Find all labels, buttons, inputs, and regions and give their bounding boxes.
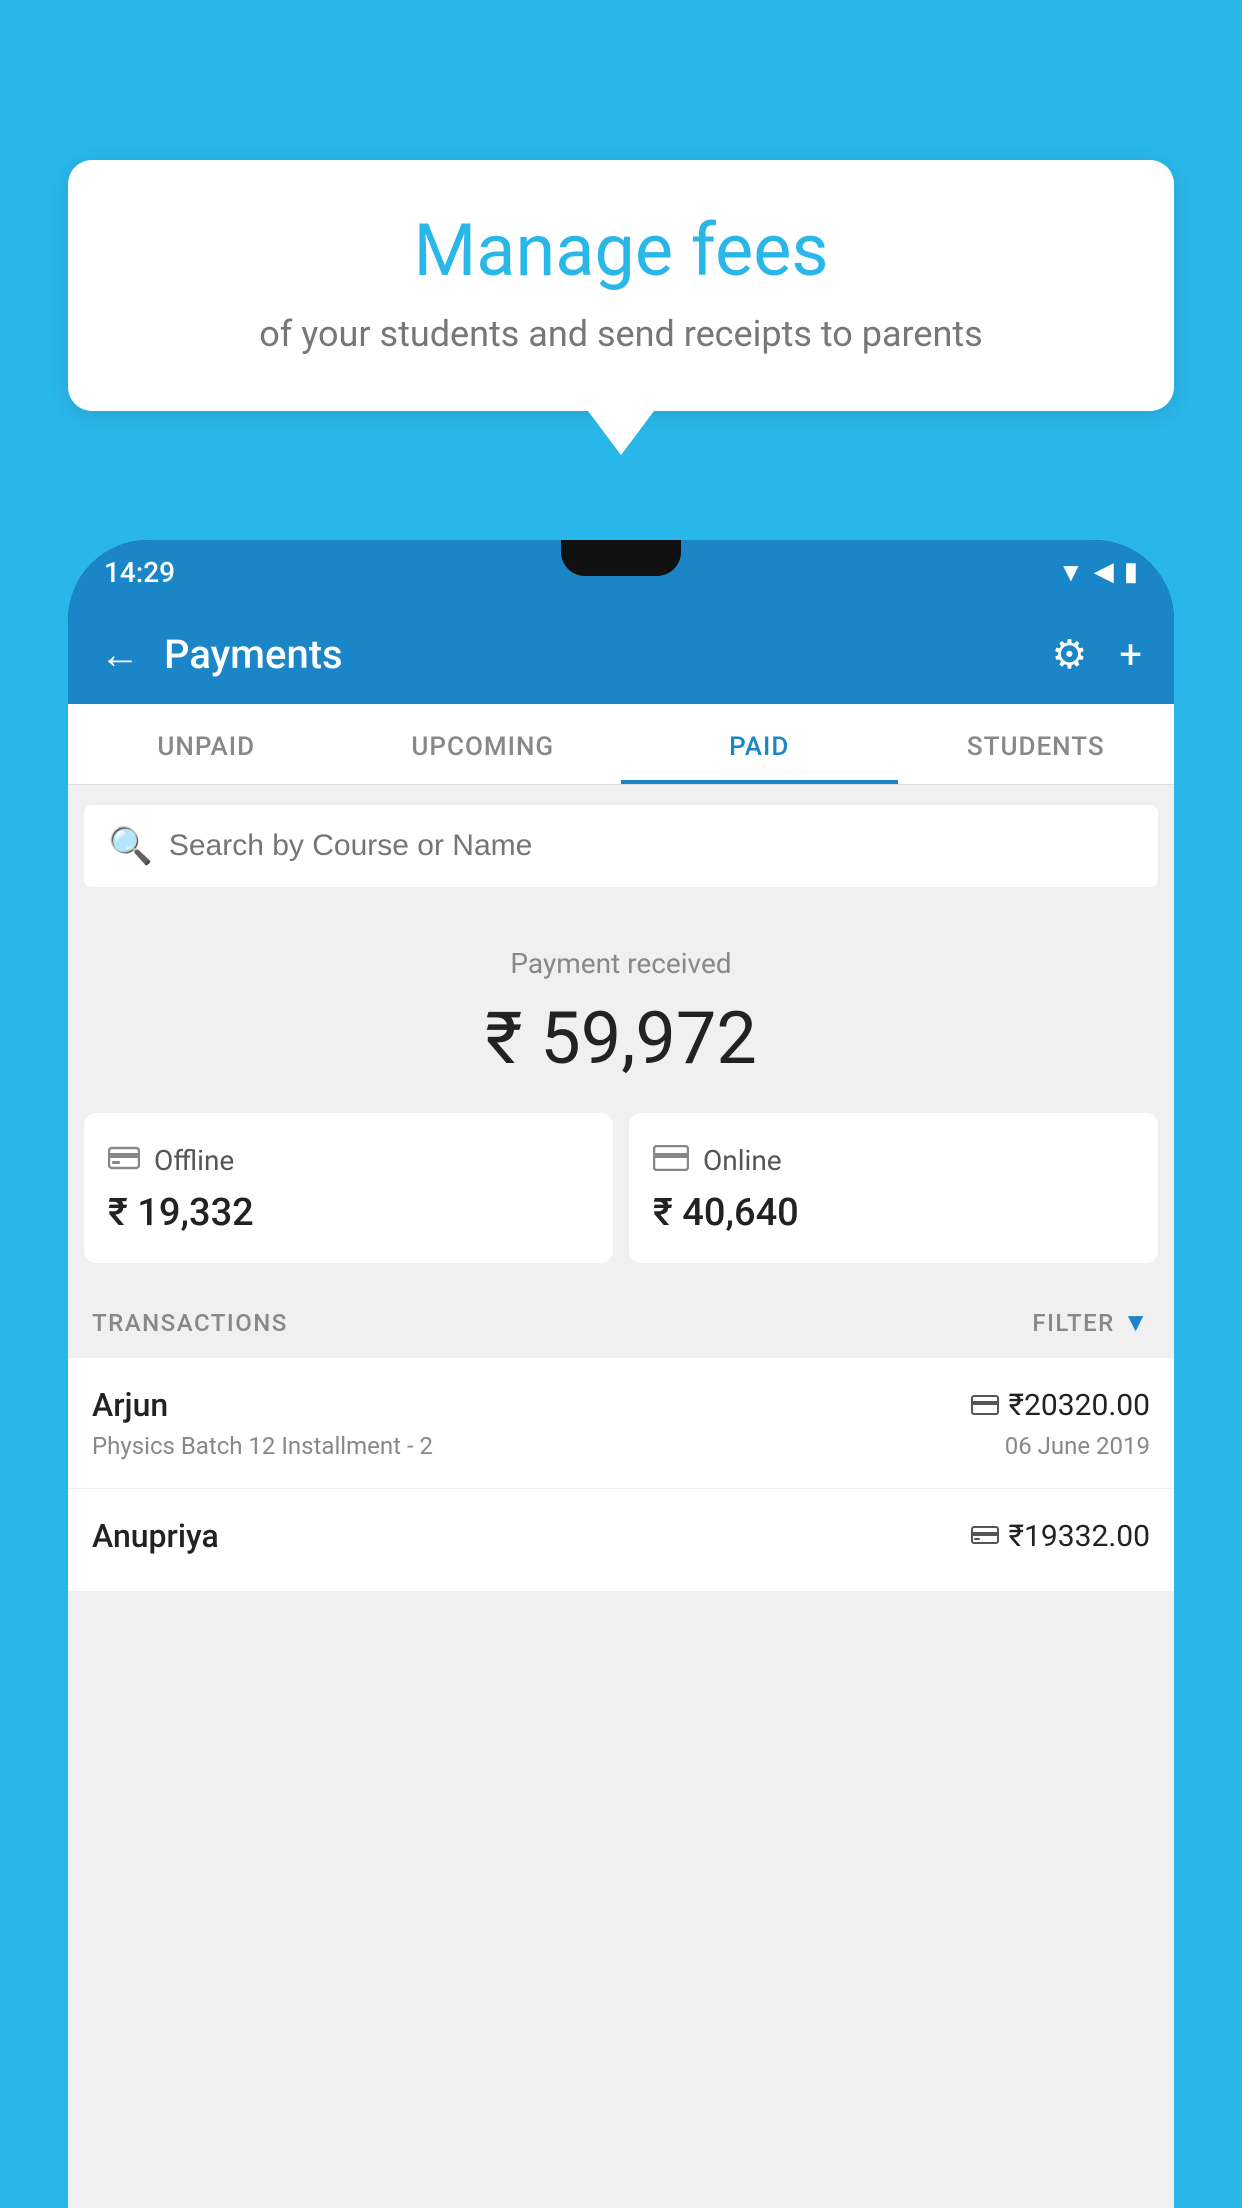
- settings-icon[interactable]: ⚙: [1051, 631, 1087, 678]
- filter-icon: ▼: [1123, 1307, 1150, 1338]
- transaction-name: Arjun: [92, 1386, 168, 1424]
- transaction-type-icon: [971, 1389, 999, 1422]
- transaction-amount: ₹20320.00: [1009, 1388, 1150, 1423]
- filter-label: FILTER: [1032, 1309, 1114, 1337]
- transaction-type-icon: [971, 1520, 999, 1553]
- app-bar: ← Payments ⚙ +: [68, 604, 1174, 704]
- phone-frame: 14:29 ▼ ◀ ▮ ← Payments ⚙ + UNPAID UPCOMI…: [68, 540, 1174, 2208]
- wifi-icon: ▼: [1058, 557, 1084, 588]
- tooltip-bubble: Manage fees of your students and send re…: [68, 160, 1174, 411]
- search-bar: 🔍: [84, 805, 1158, 887]
- payment-received-amount: ₹ 59,972: [88, 996, 1154, 1081]
- transaction-amount: ₹19332.00: [1009, 1519, 1150, 1554]
- table-row[interactable]: Anupriya ₹19332.00: [68, 1489, 1174, 1592]
- page-title: Payments: [164, 631, 1027, 678]
- tab-bar: UNPAID UPCOMING PAID STUDENTS: [68, 704, 1174, 785]
- signal-icon: ◀: [1094, 557, 1114, 587]
- transaction-main: Anupriya ₹19332.00: [92, 1517, 1150, 1555]
- payment-received-section: Payment received ₹ 59,972: [68, 907, 1174, 1113]
- search-input[interactable]: [169, 829, 1134, 863]
- table-row[interactable]: Arjun ₹20320.00 Physics Batch 12 Install…: [68, 1358, 1174, 1489]
- online-amount: ₹ 40,640: [653, 1191, 1134, 1235]
- add-icon[interactable]: +: [1119, 631, 1142, 678]
- tab-upcoming[interactable]: UPCOMING: [345, 704, 622, 784]
- transaction-sub: Physics Batch 12 Installment - 2 06 June…: [92, 1432, 1150, 1460]
- transaction-date: 06 June 2019: [1005, 1432, 1150, 1460]
- online-payment-card: Online ₹ 40,640: [629, 1113, 1158, 1263]
- phone-content: UNPAID UPCOMING PAID STUDENTS 🔍 Payment …: [68, 704, 1174, 2208]
- payment-received-label: Payment received: [88, 947, 1154, 980]
- tab-unpaid[interactable]: UNPAID: [68, 704, 345, 784]
- transaction-description: Physics Batch 12 Installment - 2: [92, 1432, 433, 1460]
- tab-students[interactable]: STUDENTS: [898, 704, 1175, 784]
- filter-button[interactable]: FILTER ▼: [1032, 1307, 1150, 1338]
- notch: [561, 540, 681, 576]
- online-payment-icon: [653, 1141, 689, 1179]
- status-bar: 14:29 ▼ ◀ ▮: [68, 540, 1174, 604]
- status-icons: ▼ ◀ ▮: [1058, 557, 1138, 588]
- offline-payment-icon: [108, 1141, 140, 1179]
- online-label: Online: [703, 1144, 782, 1177]
- back-button[interactable]: ←: [100, 631, 140, 678]
- offline-card-header: Offline: [108, 1141, 589, 1179]
- transaction-amount-row: ₹20320.00: [971, 1388, 1150, 1423]
- transactions-label: TRANSACTIONS: [92, 1309, 288, 1337]
- offline-amount: ₹ 19,332: [108, 1191, 589, 1235]
- transaction-amount-row: ₹19332.00: [971, 1519, 1150, 1554]
- transaction-name: Anupriya: [92, 1517, 219, 1555]
- app-bar-actions: ⚙ +: [1051, 631, 1142, 678]
- search-icon: 🔍: [108, 825, 153, 867]
- tab-paid[interactable]: PAID: [621, 704, 898, 784]
- online-card-header: Online: [653, 1141, 1134, 1179]
- transactions-header: TRANSACTIONS FILTER ▼: [68, 1287, 1174, 1358]
- offline-label: Offline: [154, 1144, 234, 1177]
- transaction-main: Arjun ₹20320.00: [92, 1386, 1150, 1424]
- offline-payment-card: Offline ₹ 19,332: [84, 1113, 613, 1263]
- status-time: 14:29: [104, 556, 175, 589]
- battery-icon: ▮: [1124, 557, 1138, 587]
- tooltip-title: Manage fees: [124, 208, 1118, 293]
- tooltip-subtitle: of your students and send receipts to pa…: [124, 313, 1118, 355]
- payment-cards-row: Offline ₹ 19,332 Online ₹ 40,640: [68, 1113, 1174, 1287]
